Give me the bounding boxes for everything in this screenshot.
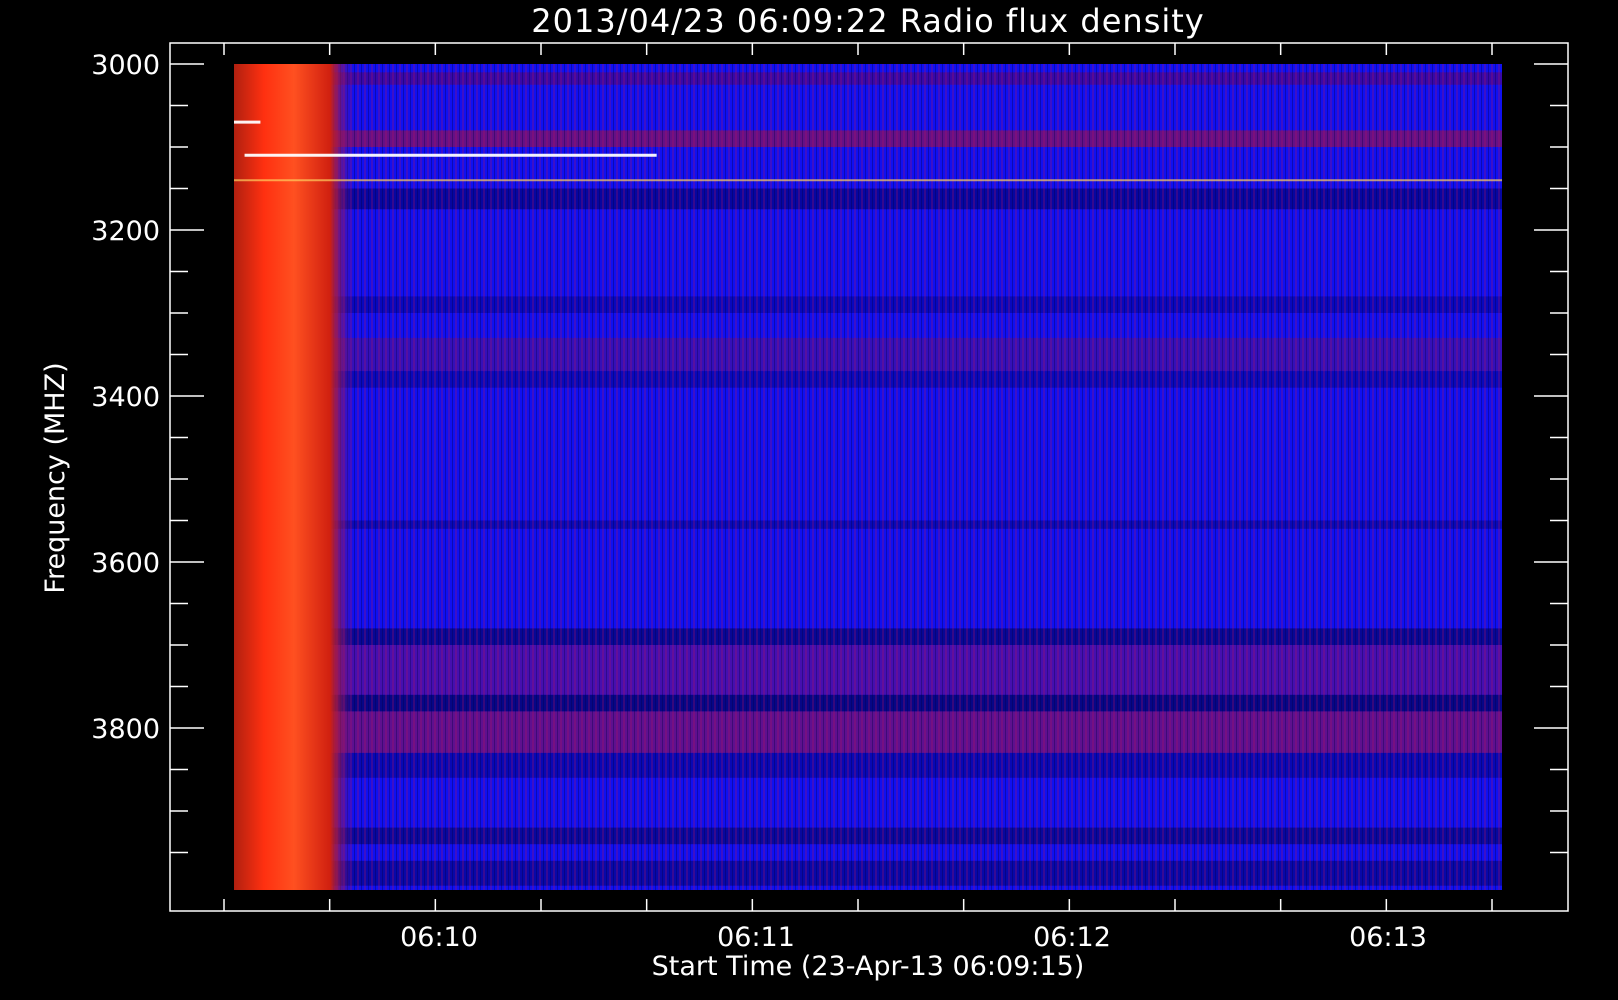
y-tick-label: 3600 [91,548,160,579]
spectrogram-texture [234,64,1502,890]
spectrogram [234,64,1502,890]
x-tick-labels: 06:10 06:11 06:12 06:13 [400,922,1427,953]
y-axis-label: Frequency (MHZ) [40,362,71,593]
x-tick-label: 06:10 [400,922,478,953]
y-tick-label: 3200 [91,216,160,247]
y-tick-label: 3000 [91,50,160,81]
x-tick-label: 06:12 [1033,922,1111,953]
burst-region [234,64,354,890]
y-tick-label: 3400 [91,382,160,413]
chart-title: 2013/04/23 06:09:22 Radio flux density [531,2,1204,40]
y-tick-labels: 3000 3200 3400 3600 3800 [91,50,160,745]
y-tick-label: 3800 [91,714,160,745]
x-tick-label: 06:13 [1349,922,1427,953]
x-axis-label: Start Time (23-Apr-13 06:09:15) [652,951,1085,982]
x-tick-label: 06:11 [717,922,795,953]
chart: 06:10 06:11 06:12 06:13 3000 3200 3400 3600 380… [40,2,1569,982]
